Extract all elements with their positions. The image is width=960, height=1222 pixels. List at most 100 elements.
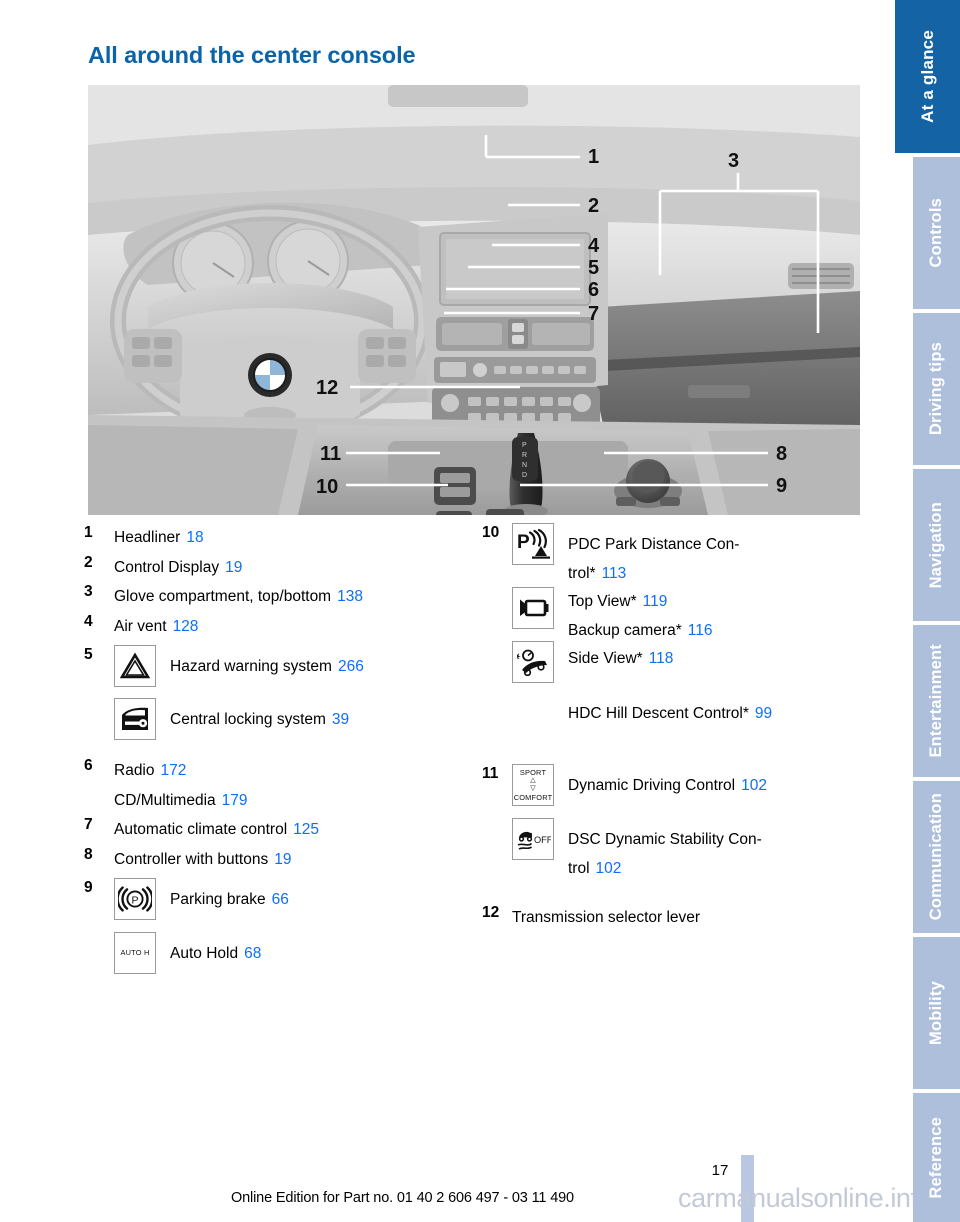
- legend-page-ref[interactable]: 102: [596, 860, 622, 877]
- svg-text:1: 1: [588, 146, 599, 168]
- legend-label: Parking brake: [170, 891, 266, 908]
- legend-page-ref[interactable]: 19: [274, 851, 291, 868]
- legend-row: PDC Park Distance Con- trol* 113: [568, 531, 772, 588]
- legend-page-ref[interactable]: 118: [649, 650, 674, 667]
- pdc-icon: P: [512, 523, 554, 565]
- legend-label: Top View*: [568, 593, 637, 610]
- legend-item: 6 Radio 172: [84, 756, 464, 786]
- svg-text:8: 8: [776, 443, 787, 465]
- legend-number: 5: [84, 646, 93, 663]
- legend-page-ref[interactable]: 119: [643, 593, 668, 610]
- legend-text: Headliner 18: [114, 523, 204, 553]
- legend-label: Glove compartment, top/bottom: [114, 588, 332, 605]
- legend-label: Controller with buttons: [114, 850, 269, 868]
- parking-brake-icon: P: [114, 878, 156, 920]
- legend-label: Headliner: [114, 529, 181, 546]
- legend-label: Control Display: [114, 558, 220, 576]
- legend-item: 8 Controller with buttons 19: [84, 845, 464, 875]
- legend-text: Transmission selector lever: [512, 903, 700, 933]
- sidebar-tab-controls[interactable]: Controls: [913, 157, 960, 309]
- page-title: All around the center console: [88, 42, 416, 68]
- legend-label: Central locking system: [170, 711, 326, 728]
- svg-text:11: 11: [320, 443, 341, 465]
- sidebar-tab-mobility[interactable]: Mobility: [913, 937, 960, 1089]
- legend-page-ref[interactable]: 266: [338, 658, 364, 675]
- chapter-tabs-sidebar: At a glance Controls Driving tips Naviga…: [895, 0, 960, 1222]
- legend-item: 9 P Parking brake 66: [84, 878, 464, 920]
- footer-text: Online Edition for Part no. 01 40 2 606 …: [231, 1190, 574, 1206]
- manual-page: All around the center console P R N D 1 …: [0, 0, 960, 1222]
- legend-label: Dynamic Driving Control: [568, 777, 736, 794]
- legend-text: Radio 172: [114, 756, 186, 786]
- legend-page-ref[interactable]: 18: [186, 529, 203, 546]
- svg-text:P: P: [131, 895, 138, 907]
- legend-page-ref[interactable]: 116: [688, 622, 713, 639]
- svg-text:9: 9: [776, 475, 787, 497]
- legend-label: Air vent: [114, 617, 167, 635]
- legend-label: Automatic climate control: [114, 821, 288, 838]
- legend-page-ref[interactable]: 125: [293, 821, 319, 838]
- legend-number: 1: [84, 524, 93, 541]
- legend-number: 7: [84, 816, 93, 833]
- svg-text:10: 10: [316, 476, 338, 498]
- legend-page-ref[interactable]: 68: [244, 945, 261, 962]
- legend-item: CD/Multimedia 179: [84, 786, 464, 816]
- legend-item: OFF DSC Dynamic Stability Con- trol 102: [482, 818, 872, 883]
- sidebar-tab-label: Reference: [927, 1116, 945, 1199]
- dsc-off-icon: OFF: [512, 818, 554, 860]
- sidebar-tab-entertainment[interactable]: Entertainment: [913, 625, 960, 777]
- legend-page-ref[interactable]: 179: [222, 792, 248, 809]
- sidebar-tab-navigation[interactable]: Navigation: [913, 469, 960, 621]
- legend-number: 9: [84, 879, 93, 896]
- legend-item: 4 Air vent 128: [84, 612, 464, 642]
- legend-number: 11: [482, 765, 499, 782]
- legend-page-ref[interactable]: 172: [161, 762, 187, 779]
- dashboard-illustration: P R N D 1 2 3 4 5 6 7 8 9 10 11 12: [88, 85, 860, 515]
- legend-label: Transmission selector lever: [512, 909, 701, 926]
- svg-text:2: 2: [588, 195, 599, 217]
- legend-item: 1 Headliner 18: [84, 523, 464, 553]
- sport-comfort-icon: SPORT △ ▽ COMFORT: [512, 764, 554, 806]
- sidebar-tab-at-a-glance[interactable]: At a glance: [895, 0, 960, 153]
- hdc-icon: [512, 641, 554, 683]
- legend-item: AUTO H Auto Hold 68: [84, 932, 464, 974]
- legend-page-ref[interactable]: 99: [755, 705, 772, 722]
- legend-page-ref[interactable]: 39: [332, 711, 349, 728]
- legend-text: Dynamic Driving Control 102: [568, 764, 767, 801]
- legend-label: Radio: [114, 762, 155, 779]
- legend-text-group: PDC Park Distance Con- trol* 113 Top View…: [568, 523, 772, 728]
- sidebar-tab-reference[interactable]: Reference: [913, 1093, 960, 1222]
- legend-number: 6: [84, 757, 93, 774]
- sidebar-tab-label: Driving tips: [927, 342, 945, 436]
- svg-text:12: 12: [316, 377, 338, 399]
- legend-row: Top View* 119: [568, 588, 772, 617]
- svg-text:N: N: [522, 462, 527, 469]
- legend-item: 10 P PDC Park Distance Con- trol* 113 To…: [482, 523, 872, 728]
- sidebar-tab-label: Controls: [927, 198, 945, 268]
- central-locking-icon: [114, 698, 156, 740]
- legend-page-ref[interactable]: 128: [173, 618, 199, 635]
- legend-page-ref[interactable]: 138: [337, 588, 363, 605]
- legend-page-ref[interactable]: 19: [225, 559, 242, 576]
- legend-column-left: 1 Headliner 18 2 Control Display 19 3 Glov…: [84, 523, 464, 974]
- legend-page-ref[interactable]: 102: [741, 777, 767, 794]
- svg-text:OFF: OFF: [534, 835, 551, 845]
- legend-page-ref[interactable]: 66: [272, 891, 289, 908]
- svg-text:4: 4: [588, 235, 600, 257]
- legend-number: 3: [84, 583, 93, 600]
- sidebar-tab-communication[interactable]: Communication: [913, 781, 960, 933]
- auto-hold-icon-label: AUTO H: [120, 948, 150, 958]
- legend-item: 11 SPORT △ ▽ COMFORT Dynamic Driving Con…: [482, 764, 872, 806]
- sidebar-tab-label: At a glance: [917, 30, 937, 123]
- legend-label: Hazard warning system: [170, 658, 332, 675]
- sidebar-tab-driving-tips[interactable]: Driving tips: [913, 313, 960, 465]
- legend-item: Central locking system 39: [84, 698, 464, 740]
- legend-page-ref[interactable]: 113: [602, 565, 627, 582]
- legend-label: Side View*: [568, 650, 643, 667]
- legend-text: Hazard warning system 266: [170, 645, 364, 682]
- legend-text: Control Display 19: [114, 553, 242, 583]
- svg-text:7: 7: [588, 303, 599, 325]
- legend-text: DSC Dynamic Stability Con- trol 102: [568, 818, 762, 883]
- legend-text: Central locking system 39: [170, 698, 349, 735]
- legend-text: Auto Hold 68: [170, 932, 261, 969]
